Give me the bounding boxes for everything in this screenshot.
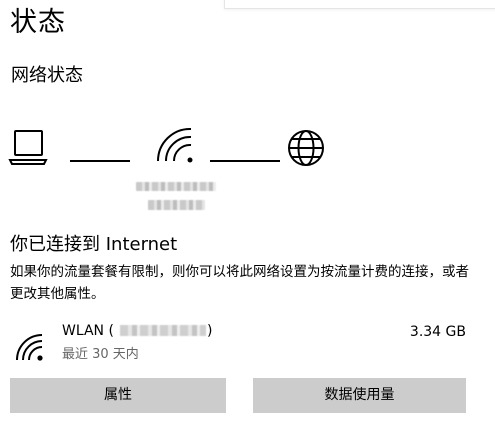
adapter-name: WLAN ()	[62, 321, 212, 341]
network-type-redacted	[148, 200, 205, 210]
usage-period: 最近 30 天内	[62, 347, 139, 362]
page-title: 状态	[10, 7, 66, 38]
network-status-title: 网络状态	[11, 65, 83, 86]
top-search-bar[interactable]	[224, 0, 495, 9]
data-usage-value: 3.34 GB	[409, 324, 466, 340]
adapter-name-prefix: WLAN (	[62, 323, 114, 339]
connection-heading: 你已连接到 Internet	[10, 234, 178, 255]
connection-description: 如果你的流量套餐有限制，则你可以将此网络设置为按流量计费的连接，或者更改其他属性…	[10, 264, 469, 302]
globe-icon	[288, 130, 324, 166]
adapter-ssid-redacted	[119, 325, 206, 336]
adapter-name-suffix: )	[206, 323, 213, 339]
network-name-redacted	[136, 182, 216, 191]
laptop-icon	[8, 130, 48, 165]
data-usage-button[interactable]: 数据使用量	[253, 378, 466, 413]
wifi-icon	[157, 127, 193, 163]
wifi-signal-icon	[16, 334, 43, 361]
properties-button[interactable]: 属性	[10, 378, 226, 413]
